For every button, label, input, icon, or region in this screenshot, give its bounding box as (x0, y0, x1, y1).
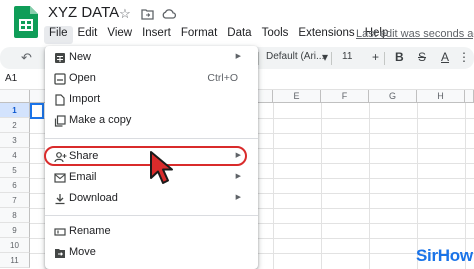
folder-move-icon[interactable] (139, 6, 155, 22)
menu-item-rename[interactable]: Rename (45, 222, 258, 242)
menu-tools[interactable]: Tools (257, 26, 294, 44)
toolbar-divider (331, 52, 332, 65)
row-header[interactable]: 8 (0, 208, 30, 223)
import-icon (53, 93, 67, 107)
menu-extensions[interactable]: Extensions (293, 26, 359, 44)
more-options-icon[interactable]: ⋮ (458, 50, 470, 64)
font-family-dropdown-icon[interactable]: ▾ (322, 50, 328, 64)
menu-edit[interactable]: Edit (73, 26, 103, 44)
document-title[interactable]: XYZ DATA (48, 4, 119, 21)
menu-file[interactable]: File (44, 26, 73, 44)
menu-item-label: Import (69, 93, 101, 105)
grid-line (321, 103, 322, 269)
column-header-f[interactable]: F (321, 90, 369, 103)
menu-item-open[interactable]: Open Ctrl+O (45, 69, 258, 89)
menu-item-label: Make a copy (69, 114, 132, 126)
font-family-select[interactable]: Default (Ari... (266, 51, 324, 62)
menu-item-download[interactable]: Download ▶ (45, 189, 258, 209)
row-header[interactable]: 2 (0, 118, 30, 133)
grid-line (417, 103, 418, 269)
menu-item-make-a-copy[interactable]: Make a copy (45, 111, 258, 131)
submenu-arrow-icon: ▶ (235, 194, 241, 201)
menu-item-label: Rename (69, 225, 111, 237)
column-header-h[interactable]: H (417, 90, 465, 103)
menu-item-new[interactable]: New ▶ (45, 48, 258, 68)
selected-cell-a1[interactable] (30, 103, 44, 119)
menu-format[interactable]: Format (176, 26, 222, 44)
undo-icon[interactable]: ↶ (21, 50, 32, 66)
share-highlight-outline (44, 146, 247, 166)
row-header[interactable]: 1 (0, 103, 30, 118)
row-header[interactable]: 7 (0, 193, 30, 208)
column-header-i[interactable] (465, 90, 474, 103)
menu-item-move[interactable]: Move (45, 243, 258, 263)
menu-item-label: New (69, 51, 92, 63)
row-header[interactable]: 5 (0, 163, 30, 178)
submenu-arrow-icon: ▶ (235, 53, 241, 60)
row-header[interactable]: 11 (0, 253, 30, 268)
column-header-e[interactable]: E (273, 90, 321, 103)
grid-line (465, 103, 466, 269)
row-header[interactable]: 9 (0, 223, 30, 238)
open-folder-icon (53, 72, 67, 86)
rename-icon (53, 225, 67, 239)
new-sheet-icon (53, 51, 67, 65)
menu-item-label: Move (69, 246, 96, 258)
star-icon[interactable]: ☆ (117, 6, 133, 22)
last-edit-link[interactable]: Last edit was seconds ago (356, 28, 474, 40)
toolbar-divider (384, 52, 385, 65)
font-size-field[interactable]: 11 (342, 51, 352, 62)
menu-divider (45, 215, 258, 216)
select-all-corner[interactable] (0, 90, 30, 103)
name-box[interactable]: A1 (5, 73, 17, 84)
menu-data[interactable]: Data (222, 26, 256, 44)
text-color-button[interactable]: A (441, 50, 449, 64)
sirhow-watermark: SirHow (416, 246, 473, 265)
menu-item-import[interactable]: Import (45, 90, 258, 110)
submenu-arrow-icon: ▶ (235, 173, 241, 180)
download-icon (53, 192, 67, 206)
menu-insert[interactable]: Insert (137, 26, 176, 44)
title-bar: XYZ DATA ☆ File Edit View Insert Format … (0, 0, 474, 48)
cloud-status-icon[interactable] (161, 6, 177, 22)
font-size-increase-icon[interactable]: + (372, 50, 379, 64)
menu-item-label: Email (69, 171, 97, 183)
red-pointer-arrow-icon (150, 151, 173, 184)
move-icon (53, 246, 67, 260)
row-header[interactable]: 10 (0, 238, 30, 253)
menu-bar: File Edit View Insert Format Data Tools … (44, 26, 393, 44)
copy-icon (53, 114, 67, 128)
email-icon (53, 171, 67, 185)
grid-line (273, 103, 274, 269)
grid-line (369, 103, 370, 269)
strikethrough-button[interactable]: S (418, 50, 426, 64)
shortcut-label: Ctrl+O (207, 72, 238, 84)
row-header[interactable]: 3 (0, 133, 30, 148)
google-sheets-logo[interactable] (14, 6, 38, 38)
menu-divider (45, 138, 258, 139)
column-header-d[interactable] (258, 90, 273, 103)
row-header[interactable]: 6 (0, 178, 30, 193)
bold-button[interactable]: B (395, 50, 404, 64)
menu-view[interactable]: View (102, 26, 137, 44)
menu-item-label: Open (69, 72, 96, 84)
column-header-g[interactable]: G (369, 90, 417, 103)
row-header[interactable]: 4 (0, 148, 30, 163)
menu-item-label: Download (69, 192, 118, 204)
toolbar-divider (258, 52, 259, 65)
